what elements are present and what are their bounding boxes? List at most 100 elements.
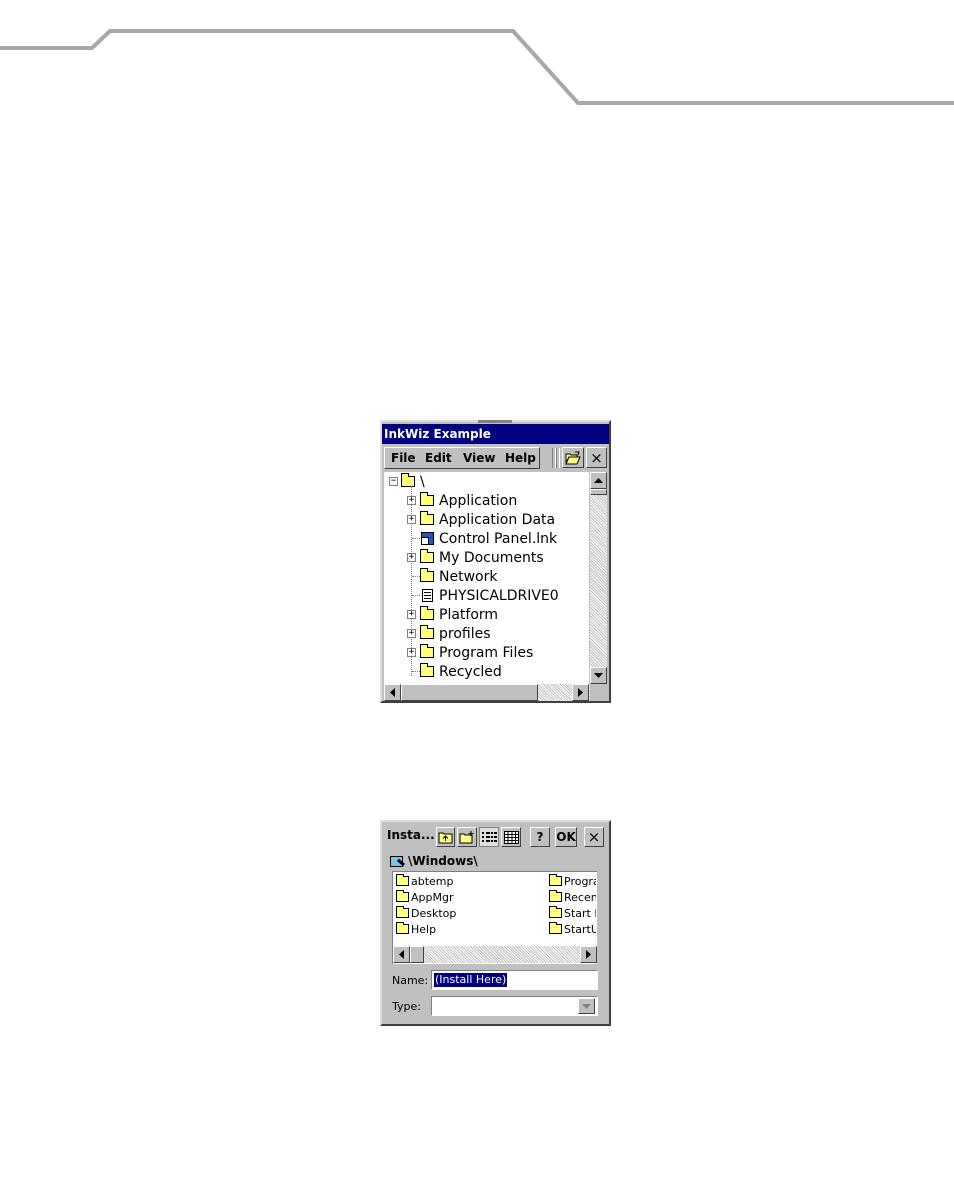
tree-item[interactable]: My Documents: [420, 548, 544, 567]
scroll-down-button[interactable]: [590, 667, 607, 684]
folder-icon: [549, 890, 562, 902]
name-field-value: (Install Here): [434, 973, 508, 987]
tree-item[interactable]: Platform: [420, 605, 498, 624]
tree-item[interactable]: Network: [420, 567, 497, 586]
type-label: Type:: [392, 1000, 421, 1013]
name-field[interactable]: (Install Here): [431, 970, 598, 990]
new-folder-button[interactable]: [457, 827, 477, 847]
close-button[interactable]: ×: [586, 447, 607, 468]
toolbar-separator: [556, 448, 560, 468]
tree-item[interactable]: PHYSICALDRIVE0: [420, 586, 559, 605]
details-view-icon: [503, 830, 519, 844]
current-path-label: \Windows\: [408, 854, 478, 868]
chevron-down-icon: [582, 1003, 591, 1009]
folder-icon: [396, 922, 409, 934]
help-button[interactable]: ?: [530, 827, 550, 847]
scroll-up-button[interactable]: [590, 472, 607, 489]
list-item[interactable]: Recen: [549, 889, 596, 905]
tree-item-label: Network: [439, 568, 498, 585]
list-item-label: AppMgr: [411, 890, 454, 904]
list-view-button[interactable]: [479, 827, 499, 847]
list-item[interactable]: Start I: [549, 905, 596, 921]
list-item-label: Help: [411, 922, 437, 936]
type-dropdown[interactable]: [431, 996, 598, 1016]
expand-toggle[interactable]: +: [407, 496, 416, 505]
ok-button[interactable]: OK: [555, 827, 577, 847]
list-item[interactable]: Help: [396, 921, 546, 937]
open-folder-icon: [401, 473, 415, 487]
list-item[interactable]: abtemp: [396, 873, 546, 889]
tree-item-label: Control Panel.lnk: [439, 530, 558, 547]
close-button[interactable]: ×: [584, 827, 604, 847]
tree-connector: [412, 671, 420, 672]
scroll-right-button[interactable]: [572, 684, 589, 701]
list-item[interactable]: StartU: [549, 921, 596, 937]
collapse-root-toggle[interactable]: −: [389, 477, 398, 486]
tree-item[interactable]: Application: [420, 491, 517, 510]
list-item[interactable]: AppMgr: [396, 889, 546, 905]
tree-item[interactable]: Application Data: [420, 510, 555, 529]
folder-icon: [396, 890, 409, 902]
folder-tree[interactable]: − \ + Application + Application Data Control…: [384, 472, 589, 684]
tree-connector: [412, 576, 420, 577]
expand-toggle[interactable]: +: [407, 648, 416, 657]
up-folder-button[interactable]: [436, 827, 455, 847]
expand-toggle[interactable]: +: [407, 515, 416, 524]
open-folder-icon: [565, 451, 581, 464]
tree-item-label: Application: [439, 492, 518, 509]
scroll-left-button[interactable]: [393, 946, 410, 963]
menu-file[interactable]: File: [391, 450, 416, 466]
list-item-label: Start I: [564, 906, 596, 920]
tree-item[interactable]: Control Panel.lnk: [420, 529, 557, 548]
horizontal-scroll-thumb[interactable]: [410, 946, 424, 963]
folder-icon: [420, 606, 434, 620]
install-dialog: Insta... ? OK × \Windows\ abtemp AppMgr …: [380, 820, 611, 1026]
scroll-right-button[interactable]: [580, 946, 597, 963]
menu-view[interactable]: View: [463, 450, 495, 466]
open-folder-button[interactable]: [562, 447, 584, 468]
window-grip[interactable]: [478, 420, 512, 423]
list-item[interactable]: Desktop: [396, 905, 546, 921]
folder-icon: [420, 625, 434, 639]
tree-root-label: \: [420, 473, 425, 490]
folder-icon: [420, 511, 434, 525]
folder-icon: [549, 874, 562, 886]
tree-item[interactable]: Recycled: [420, 662, 502, 681]
vertical-scrollbar[interactable]: [590, 472, 607, 684]
folder-icon: [396, 874, 409, 886]
name-label: Name:: [392, 974, 429, 987]
up-folder-icon: [438, 832, 453, 843]
tree-item-label: PHYSICALDRIVE0: [439, 587, 559, 604]
file-list-horizontal-scrollbar[interactable]: [393, 946, 597, 963]
expand-toggle[interactable]: +: [407, 553, 416, 562]
triangle-right-icon: [578, 688, 583, 697]
triangle-right-icon: [586, 950, 591, 959]
tree-root[interactable]: \: [401, 472, 425, 491]
window-title: InkWiz Example: [382, 424, 609, 444]
tree-item[interactable]: profiles: [420, 624, 491, 643]
list-item-label: Recen: [564, 890, 596, 904]
expand-toggle[interactable]: +: [407, 610, 416, 619]
triangle-left-icon: [399, 950, 404, 959]
horizontal-scroll-thumb[interactable]: [401, 684, 538, 701]
details-view-button[interactable]: [501, 827, 521, 847]
scroll-thumb[interactable]: [590, 489, 607, 495]
current-path: \Windows\: [390, 852, 478, 870]
dialog-title: Insta...: [387, 828, 435, 842]
type-dropdown-button[interactable]: [578, 998, 595, 1014]
file-list[interactable]: abtemp AppMgr Desktop Help Progra Recen Start…: [392, 871, 597, 964]
menu-edit[interactable]: Edit: [425, 450, 452, 466]
tree-item[interactable]: Program Files: [420, 643, 533, 662]
menu-help[interactable]: Help: [505, 450, 536, 466]
expand-toggle[interactable]: +: [407, 629, 416, 638]
folder-icon: [420, 492, 434, 506]
horizontal-scrollbar[interactable]: [384, 684, 590, 701]
scroll-left-button[interactable]: [384, 684, 401, 701]
shortcut-icon: [421, 532, 434, 545]
tree-item-label: Recycled: [439, 663, 502, 680]
list-item[interactable]: Progra: [549, 873, 596, 889]
list-item-label: abtemp: [411, 874, 454, 888]
close-icon: ×: [590, 448, 603, 467]
tree-item-label: My Documents: [439, 549, 544, 566]
tree-connector: [412, 595, 420, 596]
